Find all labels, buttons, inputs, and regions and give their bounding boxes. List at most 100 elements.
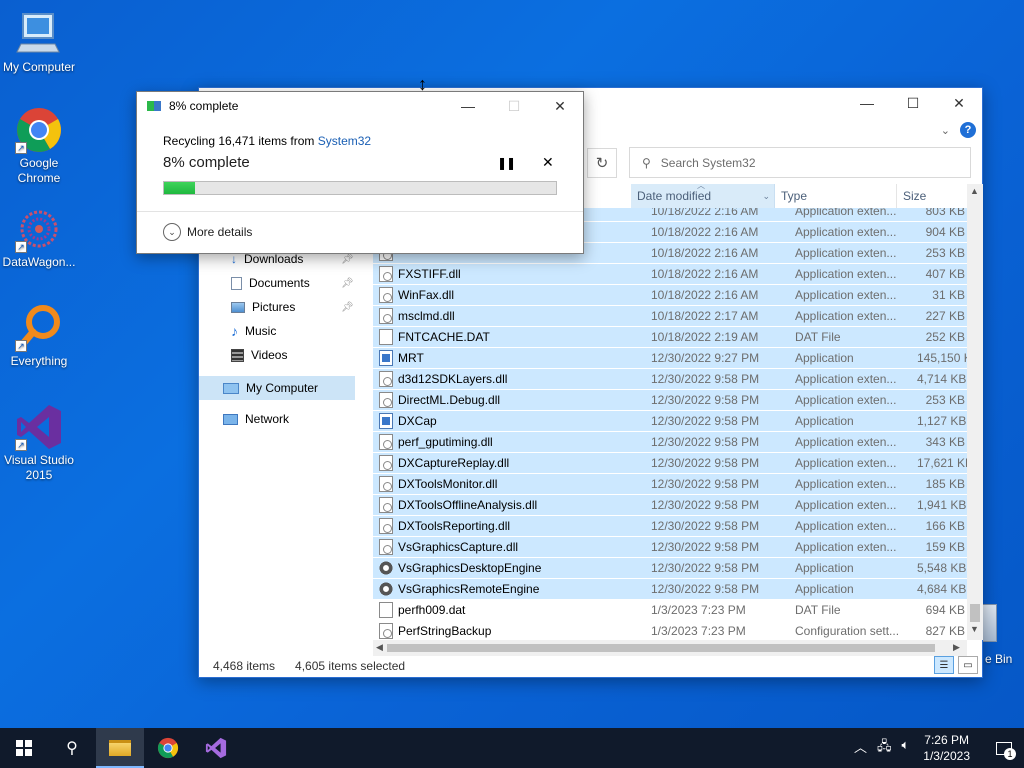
scroll-down-icon[interactable]: ▼ — [970, 624, 979, 634]
desktop-icon-datawagon[interactable]: ↗ DataWagon... — [1, 205, 77, 270]
table-row[interactable]: d3d12SDKLayers.dll 12/30/2022 9:58 PM Appl… — [373, 369, 967, 389]
file-type: Application exten... — [795, 477, 897, 491]
refresh-button[interactable]: ↻ — [587, 148, 617, 178]
table-row[interactable]: FXSTIFF.dll 10/18/2022 2:16 AM Application… — [373, 264, 967, 284]
recycle-progress-icon — [147, 101, 161, 111]
horizontal-scrollbar[interactable]: ◀ ▶ — [373, 640, 967, 656]
table-row[interactable]: VsGraphicsCapture.dll 12/30/2022 9:58 PM A… — [373, 537, 967, 557]
file-date-modified: 12/30/2022 9:58 PM — [651, 582, 760, 596]
table-row[interactable]: DXToolsOfflineAnalysis.dll 12/30/2022 9:5… — [373, 495, 967, 515]
details-view-icon[interactable]: ☰ — [934, 656, 954, 674]
taskbar-chrome[interactable] — [144, 728, 192, 768]
volume-icon[interactable]: 🔈︎ — [901, 737, 909, 759]
file-size: 253 KB — [925, 393, 965, 407]
minimize-button[interactable]: — — [445, 92, 491, 120]
vertical-scrollbar[interactable]: ▲ ▼ — [967, 184, 983, 640]
file-date-modified: 12/30/2022 9:58 PM — [651, 498, 760, 512]
large-icons-view-icon[interactable]: ▭ — [958, 656, 978, 674]
table-row[interactable]: FNTCACHE.DAT 10/18/2022 2:19 AM DAT File 25… — [373, 327, 967, 347]
nav-item-pictures[interactable]: Pictures 📌︎ — [231, 296, 354, 318]
table-row[interactable]: PerfStringBackup 1/3/2023 7:23 PM Configur… — [373, 621, 967, 640]
progress-bar-fill — [164, 182, 196, 194]
file-type: Application exten... — [795, 456, 897, 470]
ribbon-controls: ⌄ ? — [941, 122, 976, 138]
desktop-icon-label: Visual Studio 2015 — [4, 453, 74, 482]
file-name: DXToolsOfflineAnalysis.dll — [398, 498, 538, 512]
scroll-left-icon[interactable]: ◀ — [376, 642, 383, 653]
status-bar: 4,468 items 4,605 items selected — [213, 659, 405, 673]
nav-item-videos[interactable]: Videos — [231, 344, 287, 366]
chevron-up-icon[interactable]: ︿ — [854, 737, 867, 759]
table-row[interactable]: DirectML.Debug.dll 12/30/2022 9:58 PM Appl… — [373, 390, 967, 410]
file-name: VsGraphicsDesktopEngine — [398, 561, 542, 575]
scrollbar-thumb[interactable] — [970, 604, 980, 622]
more-details-button[interactable]: ⌄ More details — [163, 223, 252, 241]
cancel-button[interactable]: ✕ — [542, 154, 554, 171]
source-folder-link[interactable]: System32 — [318, 134, 371, 148]
search-placeholder: Search System32 — [660, 155, 756, 170]
table-row[interactable]: DXCap 12/30/2022 9:58 PM Application 1,127 … — [373, 411, 967, 431]
downloads-icon: ↓ — [231, 252, 237, 266]
desktop-icon-everything[interactable]: ↗ Everything — [1, 304, 77, 369]
recycle-summary: Recycling 16,471 items from System32 — [163, 134, 371, 148]
maximize-button[interactable]: ☐ — [890, 88, 936, 118]
documents-icon — [231, 276, 242, 290]
pictures-icon — [231, 301, 245, 313]
nav-item-music[interactable]: ♪ Music — [231, 320, 276, 342]
dll-file-icon — [379, 287, 393, 303]
column-header-type[interactable]: Type — [775, 184, 897, 208]
network-icon[interactable]: 🖧︎ — [877, 737, 892, 759]
file-size: 694 KB — [925, 603, 965, 617]
clock-time: 7:26 PM — [924, 733, 969, 747]
file-size: 185 KB — [925, 477, 965, 491]
close-icon: ✕ — [542, 154, 554, 170]
datawagon-icon: ↗ — [15, 205, 63, 253]
file-type: Application — [795, 582, 854, 596]
scroll-right-icon[interactable]: ▶ — [953, 642, 960, 653]
table-row[interactable]: DXToolsReporting.dll 12/30/2022 9:58 PM Ap… — [373, 516, 967, 536]
taskbar-file-explorer[interactable] — [96, 728, 144, 768]
nav-item-my-computer[interactable]: My Computer — [199, 376, 355, 400]
desktop-icon-visual-studio[interactable]: ↗ Visual Studio 2015 — [1, 403, 77, 483]
help-icon[interactable]: ? — [960, 122, 976, 138]
table-row[interactable]: VsGraphicsRemoteEngine 12/30/2022 9:58 PM… — [373, 579, 967, 599]
window-controls: — ☐ ✕ — [844, 88, 982, 118]
column-header-size[interactable]: Size — [897, 184, 965, 208]
table-row[interactable]: DXCaptureReplay.dll 12/30/2022 9:58 PM App… — [373, 453, 967, 473]
file-size: 1,941 KB — [917, 498, 967, 512]
table-row[interactable]: DXToolsMonitor.dll 12/30/2022 9:58 PM Appl… — [373, 474, 967, 494]
file-type: Application exten... — [795, 267, 897, 281]
search-button[interactable]: ⚲ — [48, 728, 96, 768]
desktop-icon-google-chrome[interactable]: ↗ Google Chrome — [1, 106, 77, 186]
chevron-down-icon[interactable]: ⌄ — [941, 124, 950, 137]
pause-button[interactable]: ❚❚ — [497, 156, 516, 170]
file-size: 904 KB — [925, 225, 965, 239]
nav-item-network[interactable]: Network — [223, 408, 289, 430]
chevron-down-icon[interactable]: ⌄ — [762, 191, 770, 202]
close-button[interactable]: ✕ — [537, 92, 583, 120]
close-button[interactable]: ✕ — [936, 88, 982, 118]
table-row[interactable]: msclmd.dll 10/18/2022 2:17 AM Application … — [373, 306, 967, 326]
file-size: 166 KB — [925, 519, 965, 533]
start-button[interactable] — [0, 728, 48, 768]
table-row[interactable]: perfh009.dat 1/3/2023 7:23 PM DAT File 694 … — [373, 600, 967, 620]
desktop-icon-my-computer[interactable]: My Computer — [1, 10, 77, 75]
taskbar-visual-studio[interactable] — [192, 728, 240, 768]
clock-date: 1/3/2023 — [923, 749, 970, 763]
table-row[interactable]: perf_gputiming.dll 12/30/2022 9:58 PM Appl… — [373, 432, 967, 452]
search-input[interactable]: ⚲ Search System32 — [629, 147, 971, 178]
table-row[interactable]: MRT 12/30/2022 9:27 PM Application 145,150 … — [373, 348, 967, 368]
scroll-up-icon[interactable]: ▲ — [970, 186, 979, 196]
minimize-button[interactable]: — — [844, 88, 890, 118]
nav-item-documents[interactable]: Documents 📌︎ — [231, 272, 354, 294]
clock[interactable]: 7:26 PM 1/3/2023 — [923, 732, 970, 764]
scrollbar-thumb[interactable] — [387, 644, 935, 652]
file-size: 17,621 KB — [917, 456, 967, 470]
table-row[interactable]: WinFax.dll 10/18/2022 2:16 AM Application … — [373, 285, 967, 305]
table-row[interactable]: VsGraphicsDesktopEngine 12/30/2022 9:58 P… — [373, 558, 967, 578]
file-type: DAT File — [795, 330, 841, 344]
file-date-modified: 12/30/2022 9:58 PM — [651, 414, 760, 428]
dll-file-icon — [379, 371, 393, 387]
column-header-date-modified[interactable]: ︿ Date modified ⌄ — [631, 181, 775, 208]
action-center-button[interactable]: 1 — [984, 728, 1024, 768]
